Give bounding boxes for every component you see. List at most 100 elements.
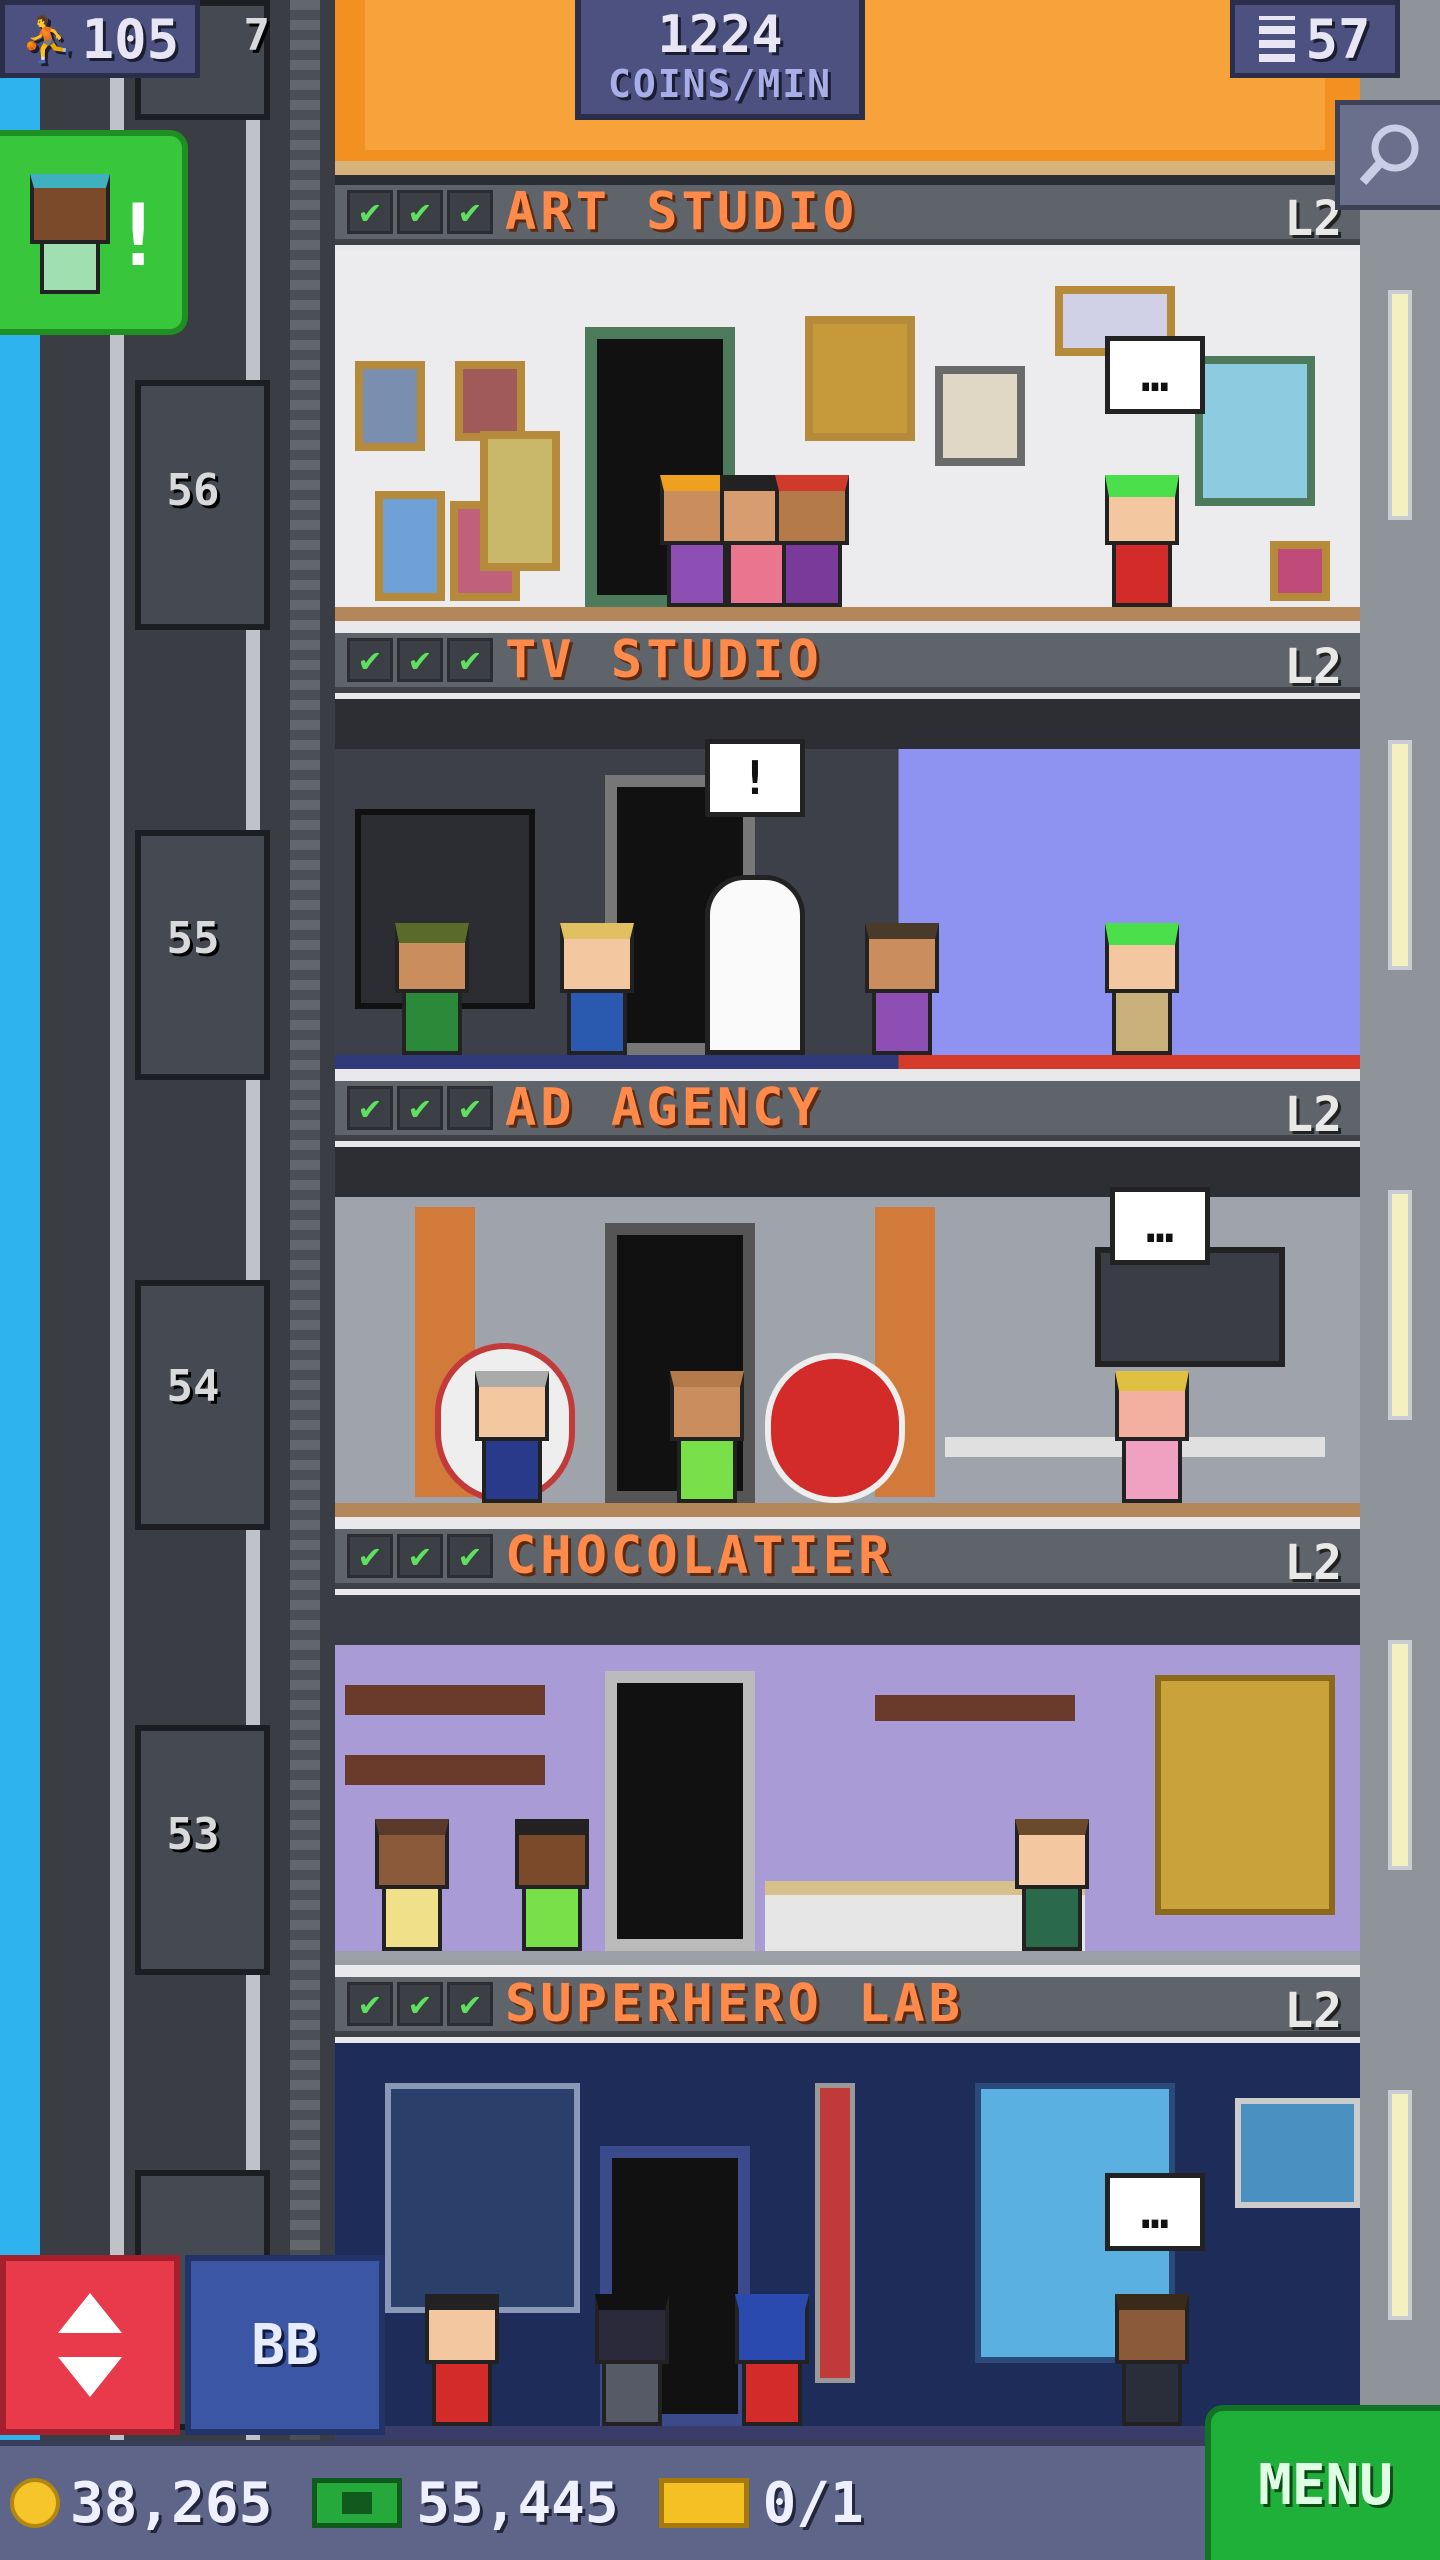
population-counter[interactable]: ⛹ 105 [0, 0, 200, 78]
check-icon: ✔ [347, 638, 393, 682]
floor-tv-studio[interactable]: ✔ ✔ ✔ TV STUDIO L2 ! [335, 633, 1360, 1081]
check-icon: ✔ [447, 638, 493, 682]
elevator-shaft[interactable] [40, 0, 335, 2560]
floor-room: … [335, 251, 1360, 621]
elevator-floor-number: 54 [166, 1360, 220, 1412]
thought-bubble[interactable]: … [1105, 2173, 1205, 2251]
coins-stat[interactable]: 38,265 [10, 2471, 272, 2536]
worker-character[interactable] [1105, 475, 1179, 607]
coins-per-minute[interactable]: 1224 COINS/MIN [575, 0, 865, 120]
floor-level: L2 [1284, 1535, 1342, 1591]
visitor-notification-button[interactable]: ! [0, 130, 188, 335]
floor-superhero-lab[interactable]: ✔ ✔ ✔ SUPERHERO LAB L2 … [335, 1977, 1360, 2440]
batman-costume-character[interactable] [595, 2294, 669, 2426]
worker-character[interactable] [375, 1819, 449, 1951]
floors-icon [1259, 16, 1296, 62]
wall-light [1388, 290, 1412, 520]
bux-icon [312, 2478, 403, 2528]
check-icon: ✔ [397, 1086, 443, 1130]
worker-character[interactable] [775, 475, 849, 607]
wall-monitor [1095, 1247, 1285, 1367]
search-button[interactable] [1335, 100, 1440, 210]
elevator-floor-number: 56 [166, 464, 220, 516]
floor-art-studio[interactable]: ✔ ✔ ✔ ART STUDIO L2 … [335, 185, 1360, 633]
search-icon [1359, 124, 1419, 186]
bitbook-button[interactable]: BB [185, 2255, 385, 2435]
check-icon: ✔ [397, 638, 443, 682]
worker-character[interactable] [1115, 2294, 1189, 2426]
chocolate-machine [1155, 1675, 1335, 1915]
building-right-wall [1360, 0, 1440, 2560]
thought-bubble[interactable]: … [1110, 1187, 1210, 1265]
worker-character[interactable] [425, 2294, 499, 2426]
coins-value: 38,265 [70, 2470, 273, 2536]
chocolate-shelf [875, 1695, 1075, 1721]
floor-header[interactable]: ✔ ✔ ✔ ART STUDIO L2 [335, 185, 1360, 247]
visitor-alert-mark: ! [112, 186, 164, 286]
captain-costume-character[interactable] [735, 2294, 809, 2426]
worker-character[interactable] [395, 923, 469, 1055]
visitor-avatar [30, 174, 110, 304]
worker-character[interactable] [670, 1371, 744, 1503]
floor-stock-checks: ✔ ✔ ✔ [347, 1982, 493, 2026]
painting [455, 361, 525, 441]
floor-ad-agency[interactable]: ✔ ✔ ✔ AD AGENCY L2 … [335, 1081, 1360, 1529]
check-icon: ✔ [447, 1982, 493, 2026]
worker-character[interactable] [1015, 1819, 1089, 1951]
check-icon: ✔ [347, 190, 393, 234]
alert-bubble[interactable]: ! [705, 739, 805, 817]
ceiling-rig [335, 699, 1360, 749]
bux-stat[interactable]: 55,445 [312, 2470, 619, 2536]
tickets-stat[interactable]: 0/1 [658, 2470, 864, 2536]
window [1195, 356, 1315, 506]
worker-character[interactable] [1105, 923, 1179, 1055]
floor-header[interactable]: ✔ ✔ ✔ TV STUDIO L2 [335, 633, 1360, 695]
population-value: 105 [81, 7, 180, 71]
check-icon: ✔ [347, 1982, 393, 2026]
egg-chair [765, 1353, 905, 1503]
tickets-value: 0/1 [762, 2470, 864, 2536]
room-floor [335, 1951, 1360, 1965]
dna-tube [815, 2083, 855, 2383]
worker-character[interactable] [515, 1819, 589, 1951]
floor-counter[interactable]: 57 [1230, 0, 1400, 78]
floor-header[interactable]: ✔ ✔ ✔ CHOCOLATIER L2 [335, 1529, 1360, 1591]
worker-character[interactable] [560, 923, 634, 1055]
painting [375, 491, 445, 601]
check-icon: ✔ [397, 1982, 443, 2026]
elevator-arrows-icon [58, 2293, 122, 2397]
room-floor [335, 607, 1360, 621]
worker-character[interactable] [475, 1371, 549, 1503]
world-map-screen [1235, 2098, 1360, 2208]
hero-blueprint-board [385, 2083, 580, 2313]
floor-header[interactable]: ✔ ✔ ✔ SUPERHERO LAB L2 [335, 1977, 1360, 2039]
floor-title: SUPERHERO LAB [505, 1977, 964, 2034]
thought-bubble[interactable]: … [1105, 336, 1205, 414]
bux-value: 55,445 [416, 2470, 619, 2536]
check-icon: ✔ [347, 1086, 393, 1130]
check-icon: ✔ [347, 1534, 393, 1578]
ceiling [335, 1595, 1360, 1645]
worker-character[interactable] [865, 923, 939, 1055]
worker-character[interactable] [1115, 1371, 1189, 1503]
wall-light [1388, 1190, 1412, 1420]
floor-header[interactable]: ✔ ✔ ✔ AD AGENCY L2 [335, 1081, 1360, 1143]
elevator-button[interactable] [0, 2255, 180, 2435]
floor-level: L2 [1284, 191, 1342, 247]
floor-chocolatier[interactable]: ✔ ✔ ✔ CHOCOLATIER L2 [335, 1529, 1360, 1977]
sky-edge [0, 0, 40, 2560]
painting [1270, 541, 1330, 601]
floor-stock-checks: ✔ ✔ ✔ [347, 190, 493, 234]
coin-icon [10, 2478, 60, 2528]
check-icon: ✔ [447, 1534, 493, 1578]
ticket-icon [658, 2478, 749, 2528]
painting [355, 361, 425, 451]
painting [805, 316, 915, 441]
room-floor [335, 1055, 1360, 1069]
ghost-costume-character[interactable] [705, 875, 805, 1055]
floor-level: L2 [1284, 1983, 1342, 2039]
population-icon: ⛹ [20, 14, 76, 65]
check-icon: ✔ [397, 190, 443, 234]
room-door [605, 1671, 755, 1951]
menu-button[interactable]: MENU [1205, 2405, 1440, 2560]
